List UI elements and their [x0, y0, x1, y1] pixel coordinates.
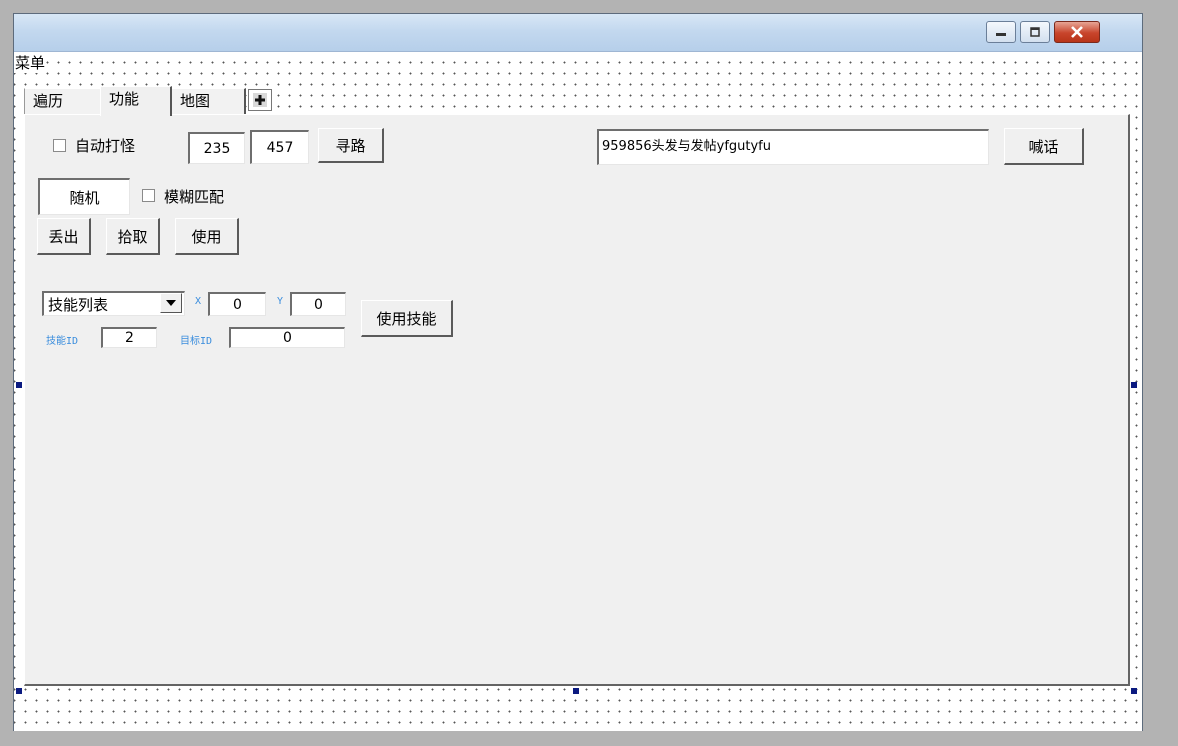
tab-map[interactable]: 地图: [172, 88, 246, 114]
skill-id-input[interactable]: 2: [101, 327, 157, 348]
add-tab-button[interactable]: [248, 89, 272, 111]
target-id-input[interactable]: 0: [229, 327, 345, 348]
x-input[interactable]: 0: [208, 292, 266, 316]
close-button[interactable]: [1054, 21, 1100, 43]
add-tab-icon: [253, 93, 267, 107]
tab-traverse[interactable]: 遍历: [24, 88, 100, 114]
fuzzy-match-checkbox[interactable]: [142, 189, 155, 202]
dropdown-arrow-icon: [166, 300, 176, 306]
menu-label[interactable]: 菜单: [14, 52, 47, 73]
minimize-button[interactable]: [986, 21, 1016, 43]
resize-handle-bottom-right[interactable]: [1131, 688, 1137, 694]
y-input[interactable]: 0: [290, 292, 346, 316]
skill-id-label: 技能ID: [46, 336, 79, 347]
coord-y-field[interactable]: 457: [250, 130, 309, 164]
chat-input[interactable]: 959856头发与发帖yfgutyfu: [597, 129, 989, 165]
shout-button[interactable]: 喊话: [1004, 128, 1084, 165]
minimize-icon: [996, 33, 1006, 36]
use-skill-button[interactable]: 使用技能: [361, 300, 453, 337]
maximize-icon: [1030, 27, 1040, 37]
resize-handle-bottom-left[interactable]: [16, 688, 22, 694]
auto-fight-label: 自动打怪: [75, 137, 136, 155]
auto-fight-checkbox[interactable]: [53, 139, 66, 152]
pathfind-button[interactable]: 寻路: [318, 128, 384, 163]
fuzzy-match-label: 模糊匹配: [164, 188, 225, 206]
x-label: X: [195, 296, 202, 307]
random-field[interactable]: 随机: [38, 178, 130, 215]
close-icon: [1071, 26, 1083, 38]
coord-x-field[interactable]: 235: [188, 132, 245, 164]
target-id-label: 目标ID: [180, 336, 213, 347]
drop-button[interactable]: 丢出: [37, 218, 91, 255]
resize-handle-right[interactable]: [1131, 382, 1137, 388]
tab-function[interactable]: 功能: [100, 86, 172, 116]
skill-list-selected: 技能列表: [48, 295, 109, 314]
pickup-button[interactable]: 拾取: [106, 218, 160, 255]
use-button[interactable]: 使用: [175, 218, 239, 255]
resize-handle-bottom[interactable]: [573, 688, 579, 694]
resize-handle-left[interactable]: [16, 382, 22, 388]
y-label: Y: [277, 296, 284, 307]
maximize-button[interactable]: [1020, 21, 1050, 43]
skill-list-dropdown-button[interactable]: [160, 293, 182, 313]
title-bar: [14, 14, 1142, 52]
